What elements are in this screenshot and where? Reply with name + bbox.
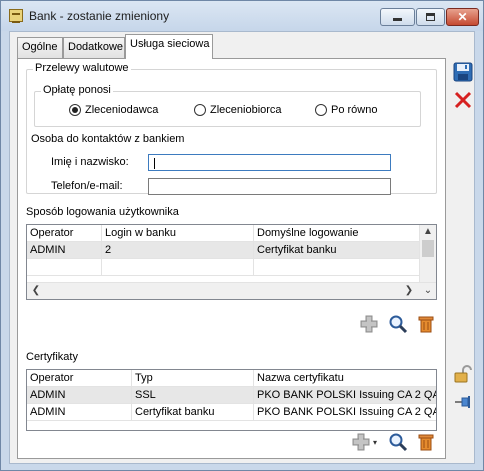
add-dropdown-icon[interactable]: ▾ xyxy=(373,438,377,447)
padlock-icon xyxy=(454,365,472,383)
minimize-button[interactable] xyxy=(380,8,415,26)
column-header-type[interactable]: Typ xyxy=(132,370,254,387)
certificates-grid[interactable]: Operator Typ Nazwa certyfikatu ADMIN SSL… xyxy=(26,369,437,431)
window-title: Bank - zostanie zmieniony xyxy=(29,9,170,23)
magnifier-icon xyxy=(389,433,408,452)
trash-icon xyxy=(418,316,434,333)
radio-equal-split[interactable]: Po równo xyxy=(315,104,377,116)
login-method-label: Sposób logowania użytkownika xyxy=(26,206,179,218)
phone-email-label: Telefon/e-mail: xyxy=(51,180,123,192)
cell-type: Certyfikat banku xyxy=(132,404,254,421)
certificate-preview-button[interactable] xyxy=(387,431,409,453)
cell-empty xyxy=(254,259,421,276)
pin-button[interactable] xyxy=(451,390,475,414)
maximize-icon xyxy=(426,13,435,21)
cell-operator: ADMIN xyxy=(27,242,102,259)
login-delete-button[interactable] xyxy=(415,313,437,335)
cell-bank-login: 2 xyxy=(102,242,254,259)
cell-empty xyxy=(27,259,102,276)
scroll-left-icon[interactable]: ❮ xyxy=(29,284,43,298)
close-icon: ✕ xyxy=(457,10,468,24)
radio-ordering-party-label: Zleceniodawca xyxy=(85,104,159,116)
radio-button[interactable] xyxy=(194,104,206,116)
vertical-scrollbar[interactable]: ▲ xyxy=(419,225,436,282)
certificate-delete-button[interactable] xyxy=(415,431,437,453)
save-button[interactable] xyxy=(451,60,475,84)
column-header-operator[interactable]: Operator xyxy=(27,370,132,387)
magnifier-icon xyxy=(389,315,408,334)
tab-general[interactable]: Ogólne xyxy=(17,37,63,58)
grid-header: Operator Login w banku Domyślne logowani… xyxy=(27,225,421,242)
cell-certificate-name: PKO BANK POLSKI Issuing CA 2 QA xyxy=(254,404,436,421)
text-caret xyxy=(154,158,155,169)
full-name-input[interactable] xyxy=(148,154,391,171)
title-bar[interactable]: Bank - zostanie zmieniony ✕ xyxy=(1,1,483,31)
lock-button[interactable] xyxy=(451,362,475,386)
certificates-label: Certyfikaty xyxy=(26,351,78,363)
table-row[interactable]: ADMIN SSL PKO BANK POLSKI Issuing CA 2 Q… xyxy=(27,387,436,404)
fee-payer-label: Opłatę ponosi xyxy=(41,84,113,96)
radio-ordering-party[interactable]: Zleceniodawca xyxy=(69,104,158,116)
dialog-client-area: Ogólne Dodatkowe Usługa sieciowa Przelew… xyxy=(9,31,475,464)
cell-operator: ADMIN xyxy=(27,387,132,404)
login-method-grid[interactable]: Operator Login w banku Domyślne logowani… xyxy=(26,224,437,300)
tab-page-web-service: Przelewy walutowe Opłatę ponosi Zlecenio… xyxy=(17,58,446,459)
currency-transfers-label: Przelewy walutowe xyxy=(33,62,131,74)
login-add-button[interactable] xyxy=(358,313,380,335)
scroll-right-icon[interactable]: ❯ xyxy=(402,284,416,298)
bank-contact-label: Osoba do kontaktów z bankiem xyxy=(31,133,185,145)
floppy-disk-icon xyxy=(453,62,473,82)
table-row[interactable]: ADMIN 2 Certyfikat banku xyxy=(27,242,421,259)
cell-empty xyxy=(102,259,254,276)
trash-icon xyxy=(418,434,434,451)
plus-icon xyxy=(352,433,370,451)
cancel-button[interactable] xyxy=(451,88,475,112)
column-header-operator[interactable]: Operator xyxy=(27,225,102,242)
dialog-window: Bank - zostanie zmieniony ✕ Ogólne Dodat… xyxy=(0,0,484,471)
tab-web-service[interactable]: Usługa sieciowa xyxy=(125,34,213,59)
phone-email-input[interactable] xyxy=(148,178,391,195)
radio-beneficiary-label: Zleceniobiorca xyxy=(210,104,282,116)
close-button[interactable]: ✕ xyxy=(446,8,479,26)
scroll-down-icon[interactable]: ⌄ xyxy=(421,284,435,298)
cell-default-login: Certyfikat banku xyxy=(254,242,421,259)
horizontal-scrollbar[interactable]: ❮ ❯ ⌄ xyxy=(27,282,436,299)
radio-equal-split-label: Po równo xyxy=(331,104,378,116)
table-row[interactable]: ADMIN Certyfikat banku PKO BANK POLSKI I… xyxy=(27,404,436,421)
maximize-button[interactable] xyxy=(416,8,445,26)
scroll-up-icon[interactable]: ▲ xyxy=(421,225,435,239)
red-x-icon xyxy=(454,91,472,109)
column-header-bank-login[interactable]: Login w banku xyxy=(102,225,254,242)
login-preview-button[interactable] xyxy=(387,313,409,335)
column-header-default-login[interactable]: Domyślne logowanie xyxy=(254,225,421,242)
certificate-add-button[interactable] xyxy=(350,431,372,453)
cell-certificate-name: PKO BANK POLSKI Issuing CA 2 QA xyxy=(254,387,436,404)
cell-type: SSL xyxy=(132,387,254,404)
bank-app-icon xyxy=(9,9,23,23)
minimize-icon xyxy=(393,18,402,21)
full-name-label: Imię i nazwisko: xyxy=(51,156,129,168)
scrollbar-thumb[interactable] xyxy=(422,240,434,257)
radio-beneficiary[interactable]: Zleceniobiorca xyxy=(194,104,282,116)
pin-icon xyxy=(455,396,470,408)
fee-payer-group: Opłatę ponosi Zleceniodawca Zleceniobior… xyxy=(34,84,421,127)
currency-transfers-group: Przelewy walutowe Opłatę ponosi Zlecenio… xyxy=(26,62,437,195)
table-row-empty[interactable] xyxy=(27,259,421,276)
column-header-certificate-name[interactable]: Nazwa certyfikatu xyxy=(254,370,436,387)
tab-additional[interactable]: Dodatkowe xyxy=(63,37,125,58)
radio-button-selected[interactable] xyxy=(69,104,81,116)
plus-icon xyxy=(360,315,378,333)
cell-operator: ADMIN xyxy=(27,404,132,421)
radio-button[interactable] xyxy=(315,104,327,116)
grid-header: Operator Typ Nazwa certyfikatu xyxy=(27,370,436,387)
